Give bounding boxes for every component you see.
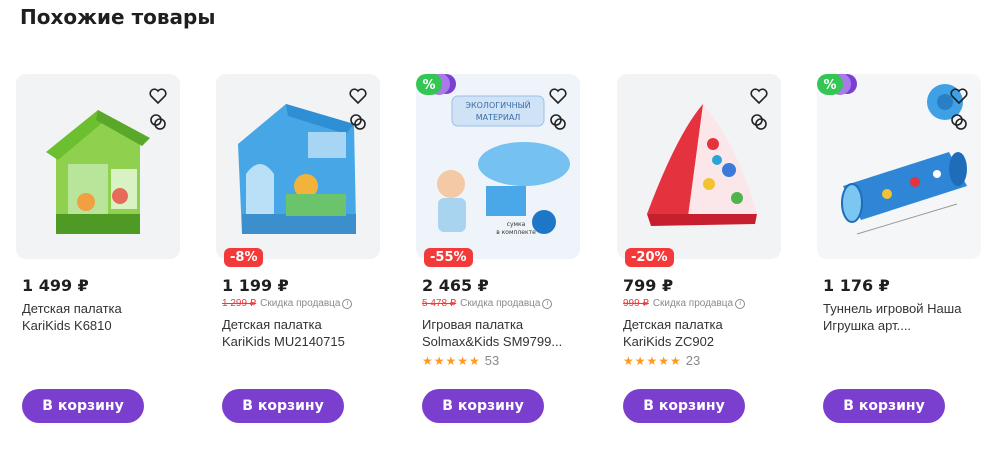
seller-discount-note: Скидка продавца bbox=[652, 298, 734, 309]
promo-label: % bbox=[422, 78, 435, 93]
add-to-cart-button[interactable]: В корзину bbox=[22, 389, 144, 423]
product-image[interactable] bbox=[16, 74, 180, 259]
add-to-cart-button[interactable]: В корзину bbox=[422, 389, 544, 423]
promo-label: % bbox=[823, 78, 836, 93]
product-card[interactable]: -20% 799 ₽ 999 ₽ Скидка продавца i Детская… bbox=[617, 74, 781, 434]
compare-icon[interactable] bbox=[548, 112, 568, 132]
product-price: 2 465 ₽ bbox=[422, 276, 489, 295]
product-image[interactable] bbox=[617, 74, 781, 259]
product-name-line: Детская палатка bbox=[623, 317, 723, 332]
product-name-line: Solmax&Kids SM9799... bbox=[422, 334, 563, 349]
product-name[interactable]: Детская палатка KariKids ZC902 bbox=[623, 316, 781, 350]
product-price: 799 ₽ bbox=[623, 276, 674, 295]
old-price: 1 299 ₽ bbox=[222, 298, 257, 309]
product-name-line: KariKids ZC902 bbox=[623, 334, 715, 349]
star-rating-icon: ★★★★★ bbox=[623, 353, 682, 368]
product-name-line: Игрушка арт.... bbox=[823, 318, 912, 333]
favorite-heart-icon[interactable] bbox=[348, 86, 368, 106]
discount-badge: -20% bbox=[625, 248, 674, 267]
rating[interactable]: ★★★★★ 53 bbox=[422, 353, 580, 368]
product-price: 1 176 ₽ bbox=[823, 276, 890, 295]
add-to-cart-button[interactable]: В корзину bbox=[823, 389, 945, 423]
product-name-line: KariKids MU2140715 bbox=[222, 334, 345, 349]
product-image[interactable]: ЭКОЛОГИЧНЫЙ МАТЕРИАЛ сумка в комплекте % bbox=[416, 74, 580, 259]
rating[interactable]: ★★★★★ 23 bbox=[623, 353, 781, 368]
product-card[interactable]: -8% 1 199 ₽ 1 299 ₽ Скидка продавца i Детс… bbox=[216, 74, 380, 434]
compare-icon[interactable] bbox=[348, 112, 368, 132]
image-text-bottom: МАТЕРИАЛ bbox=[476, 113, 521, 122]
product-name[interactable]: Туннель игровой Наша Игрушка арт.... bbox=[823, 300, 981, 334]
compare-icon[interactable] bbox=[148, 112, 168, 132]
old-price: 999 ₽ bbox=[623, 298, 649, 309]
seller-discount-note: Скидка продавца bbox=[260, 298, 341, 309]
info-icon[interactable]: i bbox=[542, 299, 553, 309]
rating-count: 23 bbox=[685, 353, 701, 368]
product-name-line: KariKids K6810 bbox=[22, 318, 112, 333]
promo-badge: % bbox=[817, 74, 859, 97]
favorite-heart-icon[interactable] bbox=[148, 86, 168, 106]
seller-discount-note: Скидка продавца bbox=[460, 298, 541, 309]
compare-icon[interactable] bbox=[949, 112, 969, 132]
favorite-heart-icon[interactable] bbox=[548, 86, 568, 106]
section-title: Похожие товары bbox=[20, 5, 216, 29]
add-to-cart-button[interactable]: В корзину bbox=[222, 389, 344, 423]
compare-icon[interactable] bbox=[749, 112, 769, 132]
product-name[interactable]: Детская палатка KariKids K6810 bbox=[22, 300, 180, 334]
product-price: 1 199 ₽ bbox=[222, 276, 289, 295]
product-name[interactable]: Игровая палатка Solmax&Kids SM9799... bbox=[422, 316, 580, 350]
product-price: 1 499 ₽ bbox=[22, 276, 89, 295]
product-image[interactable]: % bbox=[817, 74, 981, 259]
info-icon[interactable]: i bbox=[735, 299, 746, 309]
discount-badge: -8% bbox=[224, 248, 264, 267]
product-image[interactable] bbox=[216, 74, 380, 259]
product-card[interactable]: % 1 176 ₽ Туннель игровой Наша Игрушка а… bbox=[817, 74, 981, 434]
product-name-line: Детская палатка bbox=[222, 317, 322, 332]
discount-badge: -55% bbox=[424, 248, 473, 267]
product-card[interactable]: 1 499 ₽ Детская палатка KariKids K6810 В… bbox=[16, 74, 180, 434]
info-icon[interactable]: i bbox=[342, 299, 353, 309]
product-name-line: Туннель игровой Наша bbox=[823, 301, 962, 316]
rating-count: 53 bbox=[484, 353, 500, 368]
old-price-row: 999 ₽ Скидка продавца i bbox=[623, 298, 781, 312]
product-name-line: Детская палатка bbox=[22, 301, 122, 316]
image-text-top: ЭКОЛОГИЧНЫЙ bbox=[465, 99, 530, 110]
image-caption-1: сумка bbox=[507, 221, 526, 228]
image-caption-2: в комплекте bbox=[496, 229, 536, 236]
favorite-heart-icon[interactable] bbox=[949, 86, 969, 106]
old-price: 5 478 ₽ bbox=[422, 298, 457, 309]
add-to-cart-button[interactable]: В корзину bbox=[623, 389, 745, 423]
product-name[interactable]: Детская палатка KariKids MU2140715 bbox=[222, 316, 380, 350]
favorite-heart-icon[interactable] bbox=[749, 86, 769, 106]
product-card[interactable]: ЭКОЛОГИЧНЫЙ МАТЕРИАЛ сумка в комплекте %… bbox=[416, 74, 580, 434]
old-price-row: 5 478 ₽ Скидка продавца i bbox=[422, 298, 580, 312]
promo-badge: % bbox=[416, 74, 458, 97]
star-rating-icon: ★★★★★ bbox=[422, 353, 481, 368]
old-price-row: 1 299 ₽ Скидка продавца i bbox=[222, 298, 380, 312]
product-name-line: Игровая палатка bbox=[422, 317, 524, 332]
